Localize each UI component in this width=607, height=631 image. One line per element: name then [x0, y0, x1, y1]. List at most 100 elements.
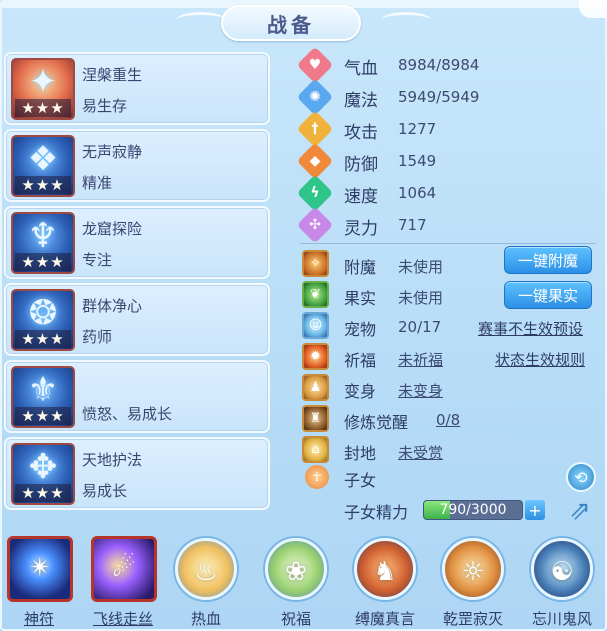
equip-trait: 药师 [82, 328, 113, 346]
one-click-fruit-button[interactable]: 一键果实 [504, 281, 592, 309]
equip-slot-3[interactable]: ♆ ★★★ 龙窟探险 专注 [4, 206, 270, 279]
child-energy-bar: 790/3000 [423, 500, 523, 520]
equip-trait: 愤怒、易成长 [82, 405, 173, 423]
status-value[interactable]: 0/8 [436, 411, 460, 429]
equip-name: 天地护法 [82, 451, 143, 469]
fruit-icon: ❦ [302, 281, 329, 308]
qiangang-icon: ☼ [442, 538, 504, 600]
star-rating: ★★★ [15, 176, 71, 194]
pray-icon: ✹ [302, 343, 329, 370]
sword-icon: † [296, 110, 334, 148]
equip-slot-4[interactable]: ❂ ★★★ 群体净心 药师 [4, 283, 270, 356]
status-pet: ☺ 宠物 20/17 赛事不生效预设 [302, 312, 602, 340]
heart-icon: ♥ [296, 46, 334, 84]
star-rating: ★★★ [15, 99, 71, 117]
skill-qiangang[interactable]: ☼ 乾罡寂灭 [438, 536, 508, 631]
enchant-icon: ✧ [302, 250, 329, 277]
guardian-armor-icon: ✥ ★★★ [11, 443, 75, 505]
page-title: 战备 [267, 12, 315, 37]
fief-icon: ⌂ [302, 436, 329, 463]
refresh-icon[interactable]: ⟲ [566, 462, 596, 492]
attr-value: 1064 [398, 184, 437, 202]
wave-armor-icon: ❂ ★★★ [11, 289, 75, 351]
equip-slot-5[interactable]: ⚜ ★★★ 愤怒、易成长 [4, 360, 270, 433]
cultivate-icon: ♜ [302, 405, 329, 432]
child-energy-label: 子女精力 [344, 503, 409, 522]
status-value[interactable]: 未受赏 [398, 442, 443, 463]
equip-slot-1[interactable]: ✦ ★★★ 涅槃重生 易生存 [4, 52, 270, 125]
status-transform: ♟ 变身 未变身 [302, 374, 602, 402]
status-label: 祈福 [344, 351, 377, 370]
rules-link[interactable]: 状态生效规则 [495, 349, 585, 370]
popsicle-icon: ✦ ★★★ [11, 58, 75, 120]
attr-value: 5949/5949 [398, 88, 480, 106]
attr-label: 灵力 [344, 219, 378, 239]
equip-slot-6[interactable]: ✥ ★★★ 天地护法 易成长 [4, 437, 270, 510]
status-label: 修炼觉醒 [344, 413, 409, 432]
blue-armor-icon: ❖ ★★★ [11, 135, 75, 197]
skill-hot-blood[interactable]: ♨ 热血 [171, 536, 241, 631]
status-cultivate: ♜ 修炼觉醒 0/8 [302, 405, 602, 433]
preset-link[interactable]: 赛事不生效预设 [478, 318, 583, 339]
attr-label: 防御 [344, 155, 378, 175]
attr-defense: ◆ 防御 1549 [296, 142, 592, 180]
equip-trait: 专注 [82, 251, 113, 269]
attr-value: 8984/8984 [398, 56, 480, 74]
equip-name: 龙窟探险 [82, 220, 143, 238]
thread-icon: ☄ [91, 536, 157, 602]
star-rating: ★★★ [15, 330, 71, 348]
share-icon[interactable]: ⇗ [564, 498, 596, 524]
skill-thread[interactable]: ☄ 飞线走丝 [88, 536, 158, 631]
magic-icon: ✺ [296, 78, 334, 116]
skill-label: 乾罡寂灭 [442, 610, 503, 628]
status-pray: ✹ 祈福 未祈福 状态生效规则 [302, 343, 602, 371]
star-rating: ★★★ [15, 253, 71, 271]
status-value: 未使用 [398, 258, 444, 276]
helm-armor-icon: ⚜ ★★★ [11, 366, 75, 428]
equip-name: 涅槃重生 [82, 66, 143, 84]
header: 战备 [0, 0, 607, 41]
status-fief: ⌂ 封地 未受赏 [302, 436, 602, 464]
spirit-icon: ✣ [296, 206, 334, 244]
status-value[interactable]: 未祈福 [398, 349, 443, 370]
rune-icon: ✴ [7, 536, 73, 602]
skill-bless[interactable]: ❀ 祝福 [261, 536, 331, 631]
attr-value: 1277 [398, 120, 437, 138]
transform-icon: ♟ [302, 374, 329, 401]
pet-icon: ☺ [302, 312, 329, 339]
equip-trait: 易生存 [82, 97, 128, 115]
attr-hp: ♥ 气血 8984/8984 [296, 46, 592, 84]
attr-speed: ϟ 速度 1064 [296, 174, 592, 212]
equip-slot-2[interactable]: ❖ ★★★ 无声寂静 精准 [4, 129, 270, 202]
attr-spirit: ✣ 灵力 717 [296, 206, 592, 244]
skill-rune[interactable]: ✴ 神符 [4, 536, 74, 631]
divider [300, 243, 596, 244]
title-ornament-right [381, 12, 431, 28]
plus-icon[interactable]: + [525, 500, 545, 520]
equip-trait: 易成长 [82, 482, 128, 500]
title-ornament-left [176, 12, 226, 28]
skill-label: 飞线走丝 [92, 610, 153, 628]
child-icon: ☥ [305, 465, 329, 489]
attr-label: 魔法 [344, 91, 378, 111]
attr-mp: ✺ 魔法 5949/5949 [296, 78, 592, 116]
bless-icon: ❀ [265, 538, 327, 600]
bind-demon-icon: ♞ [354, 538, 416, 600]
star-rating: ★★★ [15, 484, 71, 502]
attr-value: 717 [398, 216, 427, 234]
child-energy-value: 790/3000 [439, 502, 507, 518]
status-value: 未使用 [398, 289, 444, 307]
skill-bind-demon[interactable]: ♞ 缚魔真言 [350, 536, 420, 631]
status-value: 20/17 [398, 318, 442, 336]
attr-attack: † 攻击 1277 [296, 110, 592, 148]
status-label: 宠物 [344, 320, 377, 339]
equip-name: 无声寂静 [82, 143, 143, 161]
skill-label: 神符 [23, 610, 54, 628]
status-value[interactable]: 未变身 [398, 380, 443, 401]
status-label: 封地 [344, 444, 377, 463]
title-plaque: 战备 [221, 5, 361, 41]
skill-ghost-wind[interactable]: ☯ 忘川鬼风 [527, 536, 597, 631]
attr-label: 攻击 [344, 123, 378, 143]
one-click-enchant-button[interactable]: 一键附魔 [504, 246, 592, 274]
corner-decoration [579, 0, 607, 18]
